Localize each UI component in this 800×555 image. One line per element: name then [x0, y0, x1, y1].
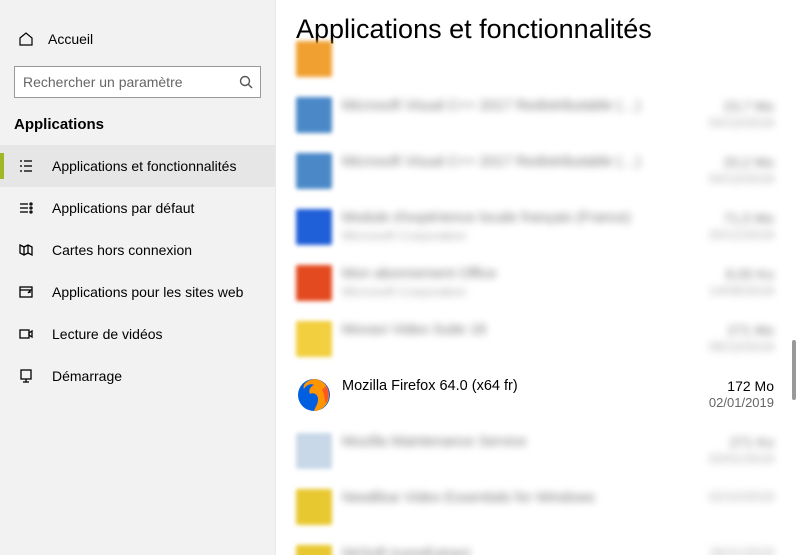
app-meta: 20,2 Mo04/10/2018 — [694, 153, 774, 188]
web-app-icon — [18, 284, 34, 300]
search-wrap — [14, 66, 261, 98]
app-meta: 23,7 Mo04/10/2018 — [694, 97, 774, 132]
app-icon — [296, 209, 332, 245]
search-input[interactable] — [14, 66, 261, 98]
app-meta: 02/10/2018 — [694, 489, 774, 506]
app-size: 8,00 Ko — [694, 265, 774, 283]
app-date: 04/10/2018 — [694, 115, 774, 132]
app-row[interactable]: Movavi Video Suite 18 271 Mo08/10/2018 — [296, 319, 774, 359]
app-text: Microsoft Visual C++ 2017 Redistributabl… — [342, 153, 684, 172]
app-date: 26/11/2018 — [694, 545, 774, 555]
nav-item-3[interactable]: Applications pour les sites web — [0, 271, 275, 313]
app-meta: 271 Ko02/01/2019 — [694, 433, 774, 468]
app-icon — [296, 265, 332, 301]
app-name: Mozilla Firefox 64.0 (x64 fr) — [342, 377, 684, 396]
app-icon — [296, 545, 332, 555]
app-meta: 71,5 Mo20/12/2018 — [694, 209, 774, 244]
app-size: 172 Mo — [694, 377, 774, 395]
app-date: 08/10/2018 — [694, 339, 774, 356]
app-date: 02/01/2019 — [694, 395, 774, 412]
nav-item-label: Démarrage — [52, 368, 122, 384]
scrollbar-thumb[interactable] — [792, 340, 796, 400]
app-date: 04/10/2018 — [694, 171, 774, 188]
home-label: Accueil — [48, 31, 93, 47]
app-row[interactable] — [296, 39, 774, 79]
app-icon — [296, 41, 332, 77]
app-size: 271 Mo — [694, 321, 774, 339]
nav-item-4[interactable]: Lecture de vidéos — [0, 313, 275, 355]
app-name: Microsoft Visual C++ 2017 Redistributabl… — [342, 97, 684, 116]
app-row[interactable]: Mozilla Maintenance Service 271 Ko02/01/2… — [296, 431, 774, 471]
app-text: Module d'expérience locale français (Fra… — [342, 209, 684, 245]
home-nav[interactable]: Accueil — [0, 22, 275, 56]
nav-item-label: Applications pour les sites web — [52, 284, 243, 300]
app-icon — [296, 377, 332, 413]
nav-item-label: Lecture de vidéos — [52, 326, 163, 342]
app-size: 20,2 Mo — [694, 153, 774, 171]
nav-item-1[interactable]: Applications par défaut — [0, 187, 275, 229]
app-icon — [296, 433, 332, 469]
app-name: NirSoft IconsExtract — [342, 545, 684, 555]
app-row[interactable]: NewBlue Video Essentials for Windows 02/1… — [296, 487, 774, 527]
app-text: Mon abonnement OfficeMicrosoft Corporati… — [342, 265, 684, 301]
app-icon — [296, 97, 332, 133]
app-publisher: Microsoft Corporation — [342, 284, 684, 301]
app-size: 71,5 Mo — [694, 209, 774, 227]
app-date: 02/10/2018 — [694, 489, 774, 506]
nav-item-label: Cartes hors connexion — [52, 242, 192, 258]
app-meta: 271 Mo08/10/2018 — [694, 321, 774, 356]
app-name: Module d'expérience locale français (Fra… — [342, 209, 684, 228]
nav-item-label: Applications et fonctionnalités — [52, 158, 236, 174]
app-list: Microsoft Visual C++ 2017 Redistributabl… — [296, 61, 800, 555]
list-icon — [18, 158, 34, 174]
app-row[interactable]: Mon abonnement OfficeMicrosoft Corporati… — [296, 263, 774, 303]
video-icon — [18, 326, 34, 342]
app-name: Microsoft Visual C++ 2017 Redistributabl… — [342, 153, 684, 172]
app-date: 14/08/2018 — [694, 283, 774, 300]
app-icon — [296, 153, 332, 189]
nav-item-2[interactable]: Cartes hors connexion — [0, 229, 275, 271]
app-text: Mozilla Maintenance Service — [342, 433, 684, 452]
app-icon — [296, 321, 332, 357]
sidebar: Accueil Applications Applications et fon… — [0, 0, 276, 555]
app-date: 20/12/2018 — [694, 227, 774, 244]
defaults-icon — [18, 200, 34, 216]
app-row[interactable]: Microsoft Visual C++ 2017 Redistributabl… — [296, 151, 774, 191]
home-icon — [18, 31, 34, 47]
app-row[interactable]: Microsoft Visual C++ 2017 Redistributabl… — [296, 95, 774, 135]
app-row[interactable]: Module d'expérience locale français (Fra… — [296, 207, 774, 247]
app-row[interactable]: NirSoft IconsExtract 26/11/2018 — [296, 543, 774, 555]
app-publisher: Microsoft Corporation — [342, 228, 684, 245]
app-text: NirSoft IconsExtract — [342, 545, 684, 555]
app-icon — [296, 489, 332, 525]
app-text: Movavi Video Suite 18 — [342, 321, 684, 340]
nav-item-label: Applications par défaut — [52, 200, 194, 216]
app-text: Mozilla Firefox 64.0 (x64 fr) — [342, 377, 684, 396]
app-name: NewBlue Video Essentials for Windows — [342, 489, 684, 508]
app-name: Movavi Video Suite 18 — [342, 321, 684, 340]
nav-item-5[interactable]: Démarrage — [0, 355, 275, 397]
startup-icon — [18, 368, 34, 384]
app-meta: 172 Mo02/01/2019 — [694, 377, 774, 412]
app-text: NewBlue Video Essentials for Windows — [342, 489, 684, 508]
section-header: Applications — [0, 116, 275, 145]
app-row[interactable]: Mozilla Firefox 64.0 (x64 fr) 172 Mo02/01… — [296, 375, 774, 415]
app-meta: 26/11/2018 — [694, 545, 774, 555]
nav-list: Applications et fonctionnalités Applicati… — [0, 145, 275, 397]
map-icon — [18, 242, 34, 258]
app-name: Mon abonnement Office — [342, 265, 684, 284]
app-date: 02/01/2019 — [694, 451, 774, 468]
main-panel: Applications et fonctionnalités Microsof… — [276, 0, 800, 555]
app-size: 23,7 Mo — [694, 97, 774, 115]
app-size: 271 Ko — [694, 433, 774, 451]
app-text: Microsoft Visual C++ 2017 Redistributabl… — [342, 97, 684, 116]
nav-item-0[interactable]: Applications et fonctionnalités — [0, 145, 275, 187]
app-meta: 8,00 Ko14/08/2018 — [694, 265, 774, 300]
search-icon — [239, 75, 253, 89]
app-name: Mozilla Maintenance Service — [342, 433, 684, 452]
